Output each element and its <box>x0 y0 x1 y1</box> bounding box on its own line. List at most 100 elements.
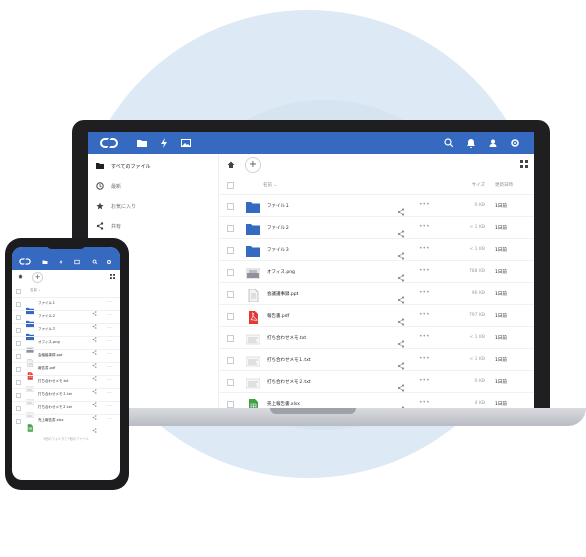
file-name[interactable]: ファイル３ <box>38 327 56 332</box>
file-name[interactable]: ファイル３ <box>267 247 290 253</box>
share-icon[interactable] <box>92 340 97 355</box>
files-icon[interactable] <box>136 137 148 149</box>
file-name[interactable]: 報告書.pdf <box>38 366 55 371</box>
activity-icon[interactable] <box>158 137 170 149</box>
file-name[interactable]: 売上報告書.xlsx <box>38 418 64 423</box>
share-icon[interactable] <box>92 418 97 433</box>
share-icon[interactable] <box>397 267 405 282</box>
file-name[interactable]: 打ち合わせメモ２.txt <box>38 405 72 410</box>
add-button[interactable]: + <box>32 272 43 283</box>
list-item[interactable]: ファイル２ ··· <box>12 310 120 329</box>
row-checkbox[interactable] <box>227 291 234 298</box>
row-checkbox[interactable] <box>16 341 21 346</box>
more-actions-icon[interactable]: ••• <box>419 311 430 318</box>
sidebar-item-favorites[interactable]: お気に入り <box>96 200 136 212</box>
logo-icon[interactable] <box>18 257 32 266</box>
share-icon[interactable] <box>397 201 405 216</box>
row-checkbox[interactable] <box>227 401 234 408</box>
select-all-checkbox[interactable] <box>227 182 234 189</box>
row-checkbox[interactable] <box>16 367 21 372</box>
row-checkbox[interactable] <box>227 247 234 254</box>
table-row[interactable]: 打ち合わせメモ.txt ••• < 1 KB 1日前 <box>219 326 534 349</box>
row-checkbox[interactable] <box>227 313 234 320</box>
more-actions-icon[interactable]: ··· <box>107 416 112 422</box>
file-name[interactable]: ファイル２ <box>38 314 56 319</box>
activity-icon[interactable] <box>58 259 64 265</box>
share-icon[interactable] <box>92 392 97 407</box>
table-row[interactable]: ファイル３ ••• < 1 KB 1日前 <box>219 238 534 261</box>
sidebar-item-recent[interactable]: 最新 <box>96 180 121 192</box>
row-checkbox[interactable] <box>16 380 21 385</box>
more-actions-icon[interactable]: ··· <box>107 299 112 305</box>
row-checkbox[interactable] <box>16 328 21 333</box>
table-row[interactable]: 報告書.pdf ••• 797 KB 1日前 <box>219 304 534 327</box>
row-checkbox[interactable] <box>16 393 21 398</box>
column-header-size[interactable]: サイズ <box>445 182 485 188</box>
share-icon[interactable] <box>397 355 405 370</box>
column-header-name[interactable]: 名前 ⌄ <box>263 182 277 188</box>
row-checkbox[interactable] <box>16 354 21 359</box>
list-item[interactable]: 打ち合わせメモ.txt ··· <box>12 375 120 394</box>
more-actions-icon[interactable]: ··· <box>107 325 112 331</box>
sidebar-item-shared[interactable]: 共有 <box>96 220 121 232</box>
file-name[interactable]: 打ち合わせメモ２.txt <box>267 379 311 385</box>
settings-icon[interactable] <box>106 259 112 265</box>
more-actions-icon[interactable]: ••• <box>419 267 430 274</box>
share-icon[interactable] <box>397 311 405 326</box>
settings-icon[interactable] <box>509 137 521 149</box>
file-name[interactable]: 売上報告書.xlsx <box>267 401 300 407</box>
more-actions-icon[interactable]: ••• <box>419 355 430 362</box>
add-button[interactable]: + <box>245 157 261 173</box>
files-icon[interactable] <box>42 259 48 265</box>
file-name[interactable]: 会議議事録.ppt <box>267 291 298 297</box>
list-item[interactable]: 報告書.pdf ··· <box>12 362 120 381</box>
share-icon[interactable] <box>92 379 97 394</box>
more-actions-icon[interactable]: ••• <box>419 289 430 296</box>
home-icon[interactable] <box>18 274 23 279</box>
share-icon[interactable] <box>92 366 97 381</box>
file-name[interactable]: 報告書.pdf <box>267 313 289 319</box>
share-icon[interactable] <box>92 301 97 316</box>
contacts-icon[interactable] <box>487 137 499 149</box>
more-actions-icon[interactable]: ••• <box>419 377 430 384</box>
more-actions-icon[interactable]: ••• <box>419 399 430 406</box>
grid-view-icon[interactable] <box>110 274 115 279</box>
more-actions-icon[interactable]: ••• <box>419 201 430 208</box>
list-item[interactable]: オフィス.png ··· <box>12 336 120 355</box>
share-icon[interactable] <box>397 245 405 260</box>
row-checkbox[interactable] <box>16 406 21 411</box>
more-actions-icon[interactable]: ··· <box>107 351 112 357</box>
home-icon[interactable] <box>227 161 235 169</box>
more-actions-icon[interactable]: ••• <box>419 223 430 230</box>
list-item[interactable]: 打ち合わせメモ１.txt ··· <box>12 388 120 407</box>
row-checkbox[interactable] <box>227 357 234 364</box>
row-checkbox[interactable] <box>16 419 21 424</box>
more-actions-icon[interactable]: ··· <box>107 338 112 344</box>
share-icon[interactable] <box>397 399 405 409</box>
more-actions-icon[interactable]: ··· <box>107 377 112 383</box>
notifications-icon[interactable] <box>465 137 477 149</box>
file-name[interactable]: ファイル２ <box>267 225 290 231</box>
file-name[interactable]: 打ち合わせメモ１.txt <box>38 392 72 397</box>
more-actions-icon[interactable]: ··· <box>107 390 112 396</box>
list-item[interactable]: 打ち合わせメモ２.txt ··· <box>12 401 120 420</box>
file-name[interactable]: 打ち合わせメモ１.txt <box>267 357 311 363</box>
select-all-checkbox[interactable] <box>16 289 21 294</box>
share-icon[interactable] <box>92 314 97 329</box>
search-icon[interactable] <box>92 259 98 265</box>
share-icon[interactable] <box>92 327 97 342</box>
share-icon[interactable] <box>92 405 97 420</box>
file-name[interactable]: オフィス.png <box>267 269 295 275</box>
table-row[interactable]: 会議議事録.ppt ••• 96 KB 1日前 <box>219 282 534 305</box>
table-row[interactable]: 売上報告書.xlsx ••• 4 KB 1日前 <box>219 392 534 409</box>
share-icon[interactable] <box>397 289 405 304</box>
sidebar-item-all-files[interactable]: すべてのファイル <box>96 160 150 172</box>
column-header-name[interactable]: 名前 ⌄ <box>30 288 41 293</box>
share-icon[interactable] <box>397 333 405 348</box>
list-item[interactable]: 売上報告書.xlsx ··· <box>12 414 120 433</box>
more-actions-icon[interactable]: ··· <box>107 403 112 409</box>
list-item[interactable]: ファイル３ ··· <box>12 323 120 342</box>
table-row[interactable]: ファイル２ ••• < 1 KB 1日前 <box>219 216 534 239</box>
share-icon[interactable] <box>92 353 97 368</box>
logo-icon[interactable] <box>98 136 120 150</box>
